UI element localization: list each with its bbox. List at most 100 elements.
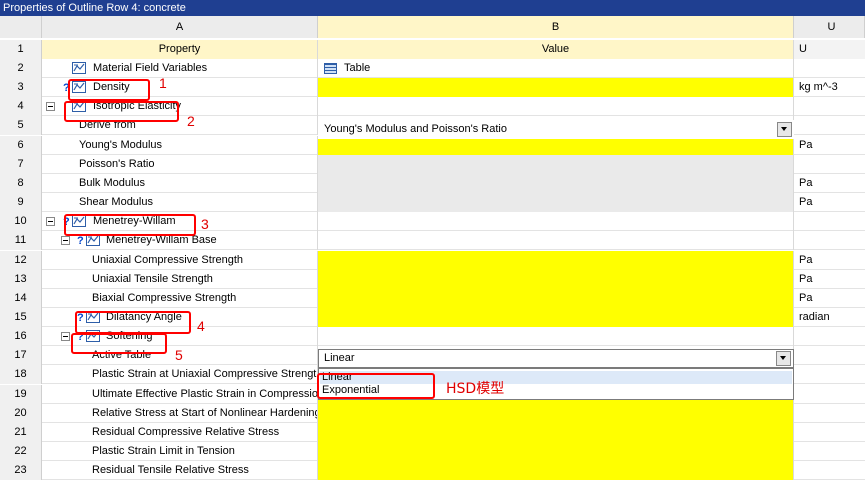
collapse-icon[interactable] xyxy=(46,217,55,227)
value-cell[interactable]: Table xyxy=(318,59,794,78)
property-cell[interactable]: Ultimate Effective Plastic Strain in Com… xyxy=(42,384,318,404)
value-cell[interactable] xyxy=(318,231,794,251)
property-cell[interactable]: Plastic Strain at Uniaxial Compressive S… xyxy=(42,365,318,385)
property-cell[interactable]: Plastic Strain Limit in Tension xyxy=(42,442,318,461)
value-cell[interactable] xyxy=(318,78,794,98)
property-label: Material Field Variables xyxy=(93,62,208,74)
value-cell[interactable] xyxy=(318,173,794,193)
table-row[interactable]: 20 Relative Stress at Start of Nonlinear … xyxy=(0,403,865,423)
property-label: Residual Tensile Relative Stress xyxy=(92,464,249,477)
row-number: 13 xyxy=(0,269,42,289)
highlight-box-softening xyxy=(71,333,167,354)
window-title: Properties of Outline Row 4: concrete xyxy=(0,0,865,16)
row-number: 4 xyxy=(0,97,42,117)
property-label: Plastic Strain at Uniaxial Compressive S… xyxy=(92,368,318,381)
table-row[interactable]: 13 Uniaxial Tensile Strength Pa xyxy=(0,269,865,289)
unit-cell: kg m^-3 xyxy=(799,81,838,94)
row-number: 14 xyxy=(0,288,42,308)
property-cell[interactable]: Poisson's Ratio xyxy=(42,154,318,174)
unit-cell xyxy=(794,346,865,365)
table-row[interactable]: 14 Biaxial Compressive Strength Pa xyxy=(0,288,865,308)
property-label: Uniaxial Tensile Strength xyxy=(92,272,213,285)
table-row[interactable]: 23 Residual Tensile Relative Stress xyxy=(0,461,865,481)
chevron-down-icon[interactable] xyxy=(776,351,791,366)
row-number: 12 xyxy=(0,250,42,270)
row-number: 16 xyxy=(0,327,42,347)
annotation-4: 4 xyxy=(197,318,205,334)
row-number: 17 xyxy=(0,346,42,366)
unit-cell xyxy=(794,97,865,116)
row-number: 7 xyxy=(0,154,42,174)
value-cell[interactable] xyxy=(318,250,794,270)
unit-cell xyxy=(794,59,865,78)
row-number: 6 xyxy=(0,135,42,155)
property-cell[interactable]: Uniaxial Compressive Strength xyxy=(42,250,318,270)
property-cell[interactable]: Bulk Modulus xyxy=(42,173,318,193)
row-number: 18 xyxy=(0,365,42,385)
value-cell[interactable] xyxy=(318,154,794,174)
property-label: Residual Compressive Relative Stress xyxy=(92,425,280,438)
unit-cell: Pa xyxy=(799,291,813,304)
property-label: Plastic Strain Limit in Tension xyxy=(92,445,235,457)
table-row[interactable]: 21 Residual Compressive Relative Stress xyxy=(0,422,865,442)
value-header: Value xyxy=(318,40,794,59)
value-cell[interactable] xyxy=(318,269,794,289)
unit-cell xyxy=(794,442,865,461)
row-number: 15 xyxy=(0,307,42,327)
unit-cell: Pa xyxy=(799,138,813,151)
value-cell[interactable] xyxy=(318,97,794,117)
property-cell[interactable]: Uniaxial Tensile Strength xyxy=(42,269,318,289)
value-cell[interactable] xyxy=(318,288,794,308)
collapse-icon[interactable] xyxy=(61,332,70,342)
column-c-header[interactable]: U xyxy=(794,16,865,38)
property-header: Property xyxy=(42,40,318,59)
property-cell[interactable]: Residual Compressive Relative Stress xyxy=(42,422,318,442)
property-cell[interactable]: Material Field Variables xyxy=(42,59,318,78)
value-cell[interactable] xyxy=(318,442,794,461)
annotation-hsd-model: HSD模型 xyxy=(446,381,505,397)
derive-from-dropdown[interactable]: Young's Modulus and Poisson's Ratio xyxy=(318,120,794,139)
value-cell[interactable] xyxy=(318,212,794,232)
property-cell[interactable]: Biaxial Compressive Strength xyxy=(42,288,318,308)
unit-cell xyxy=(794,116,865,135)
property-cell[interactable]: Relative Stress at Start of Nonlinear Ha… xyxy=(42,403,318,423)
row-number: 1 xyxy=(0,40,42,59)
value-cell[interactable] xyxy=(318,422,794,442)
property-label: Shear Modulus xyxy=(79,196,153,209)
property-cell[interactable]: Young's Modulus xyxy=(42,135,318,155)
value-cell[interactable] xyxy=(318,307,794,327)
row-number: 5 xyxy=(0,116,42,136)
table-row[interactable]: 12 Uniaxial Compressive Strength Pa xyxy=(0,250,865,270)
property-cell[interactable]: Shear Modulus xyxy=(42,193,318,213)
table-row[interactable]: 8 Bulk Modulus Pa xyxy=(0,173,865,193)
highlight-box-isotropic-elasticity xyxy=(64,101,179,122)
table-row[interactable]: 2 Material Field Variables Table xyxy=(0,59,865,78)
unit-cell xyxy=(794,231,865,250)
collapse-icon[interactable] xyxy=(46,102,55,112)
table-row[interactable]: 9 Shear Modulus Pa xyxy=(0,193,865,213)
property-label: Relative Stress at Start of Nonlinear Ha… xyxy=(92,406,318,419)
property-cell[interactable]: Residual Tensile Relative Stress xyxy=(42,461,318,481)
unit-cell xyxy=(794,461,865,480)
corner-cell xyxy=(0,16,42,38)
unit-cell: Pa xyxy=(799,253,813,266)
annotation-5: 5 xyxy=(175,347,183,363)
collapse-icon[interactable] xyxy=(61,236,70,246)
value-cell[interactable] xyxy=(318,403,794,423)
column-b-header[interactable]: B xyxy=(318,16,794,38)
chevron-down-icon[interactable] xyxy=(777,122,792,137)
value-text: Table xyxy=(344,62,371,74)
row-number: 2 xyxy=(0,59,42,78)
value-cell[interactable] xyxy=(318,193,794,213)
row-number: 8 xyxy=(0,173,42,193)
table-row[interactable]: 7 Poisson's Ratio xyxy=(0,154,865,174)
row-number: 21 xyxy=(0,422,42,442)
property-label: Young's Modulus xyxy=(79,138,163,151)
active-table-dropdown[interactable]: Linear xyxy=(318,349,794,368)
column-header-row: A B U xyxy=(0,16,865,38)
column-a-header[interactable]: A xyxy=(42,16,318,38)
property-label: Biaxial Compressive Strength xyxy=(92,291,237,304)
table-row[interactable]: 22 Plastic Strain Limit in Tension xyxy=(0,442,865,461)
value-cell[interactable] xyxy=(318,327,794,347)
value-cell[interactable] xyxy=(318,461,794,481)
